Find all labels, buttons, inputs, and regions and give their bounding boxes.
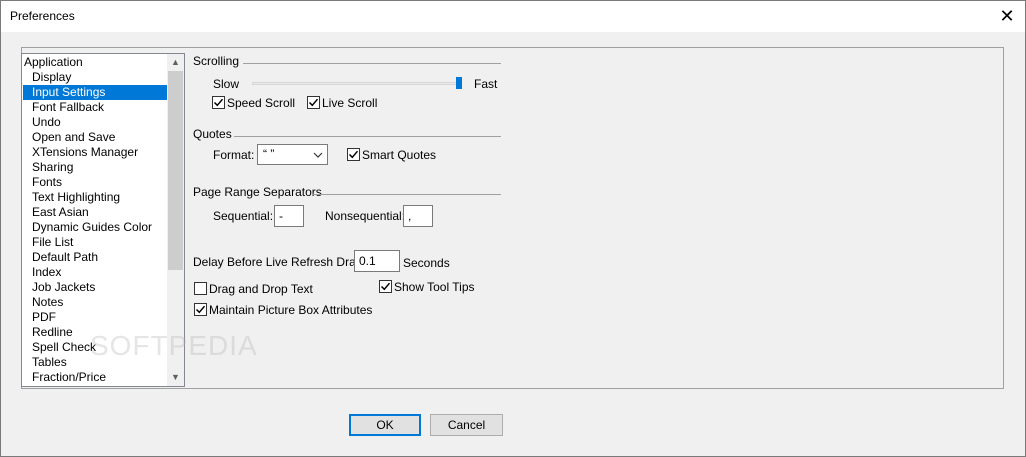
- fast-label: Fast: [474, 77, 498, 91]
- list-item[interactable]: East Asian: [23, 205, 167, 220]
- cancel-button[interactable]: Cancel: [430, 414, 503, 436]
- delay-label: Delay Before Live Refresh Drag:: [193, 255, 366, 269]
- scrolling-heading: Scrolling: [193, 54, 240, 68]
- nonsequential-input[interactable]: ,: [403, 205, 433, 227]
- quotes-divider: [234, 136, 501, 137]
- slow-label: Slow: [213, 77, 240, 91]
- list-item[interactable]: Default Path: [23, 250, 167, 265]
- window-title: Preferences: [10, 9, 75, 23]
- scroll-up-icon[interactable]: ▲: [167, 54, 184, 71]
- scroll-down-icon[interactable]: ▼: [167, 369, 184, 386]
- speed-scroll-label[interactable]: Speed Scroll: [227, 96, 295, 110]
- show-tooltips-checkbox[interactable]: [379, 280, 392, 293]
- seconds-label: Seconds: [403, 256, 450, 270]
- maintain-picture-label[interactable]: Maintain Picture Box Attributes: [209, 303, 372, 317]
- format-select[interactable]: “ ”: [257, 144, 328, 165]
- show-tooltips-label[interactable]: Show Tool Tips: [394, 280, 475, 294]
- close-icon[interactable]: ✕: [997, 6, 1017, 26]
- page-range-divider: [312, 194, 501, 195]
- sequential-input[interactable]: -: [274, 205, 304, 227]
- live-scroll-checkbox[interactable]: [307, 96, 320, 109]
- list-item[interactable]: Index: [23, 265, 167, 280]
- list-item[interactable]: Fraction/Price: [23, 370, 167, 385]
- sequential-label: Sequential:: [213, 209, 274, 223]
- scroll-speed-thumb[interactable]: [456, 77, 462, 89]
- format-value: “ ”: [263, 147, 275, 161]
- smart-quotes-label[interactable]: Smart Quotes: [362, 148, 436, 162]
- live-scroll-label[interactable]: Live Scroll: [322, 96, 377, 110]
- list-item[interactable]: Input Settings: [23, 85, 167, 100]
- list-item[interactable]: Undo: [23, 115, 167, 130]
- list-item[interactable]: Fonts: [23, 175, 167, 190]
- chevron-down-icon: [313, 149, 323, 163]
- list-item[interactable]: Open and Save: [23, 130, 167, 145]
- scroll-speed-slider[interactable]: [252, 82, 461, 85]
- speed-scroll-checkbox[interactable]: [212, 96, 225, 109]
- drag-drop-checkbox[interactable]: [194, 282, 207, 295]
- nonsequential-label: Nonsequential:: [325, 209, 406, 223]
- delay-input[interactable]: 0.1: [354, 250, 400, 272]
- list-item[interactable]: File List: [23, 235, 167, 250]
- title-bar: Preferences ✕: [1, 1, 1025, 32]
- list-item[interactable]: Text Highlighting: [23, 190, 167, 205]
- list-item[interactable]: Font Fallback: [23, 100, 167, 115]
- list-item[interactable]: Display: [23, 70, 167, 85]
- format-label: Format:: [213, 148, 255, 162]
- page-range-heading: Page Range Separators: [193, 185, 322, 199]
- list-item[interactable]: PDF: [23, 310, 167, 325]
- drag-drop-label[interactable]: Drag and Drop Text: [209, 282, 313, 296]
- smart-quotes-checkbox[interactable]: [347, 148, 360, 161]
- maintain-picture-checkbox[interactable]: [194, 303, 207, 316]
- list-item[interactable]: Notes: [23, 295, 167, 310]
- list-item[interactable]: Application: [23, 55, 167, 70]
- list-item[interactable]: Job Jackets: [23, 280, 167, 295]
- watermark: SOFTPEDIA: [90, 330, 258, 361]
- scrollbar-thumb[interactable]: [168, 71, 183, 270]
- quotes-heading: Quotes: [193, 127, 232, 141]
- list-item[interactable]: Sharing: [23, 160, 167, 175]
- list-item[interactable]: XTensions Manager: [23, 145, 167, 160]
- ok-button[interactable]: OK: [349, 414, 421, 436]
- scrolling-divider: [243, 63, 501, 64]
- list-item[interactable]: Dynamic Guides Color: [23, 220, 167, 235]
